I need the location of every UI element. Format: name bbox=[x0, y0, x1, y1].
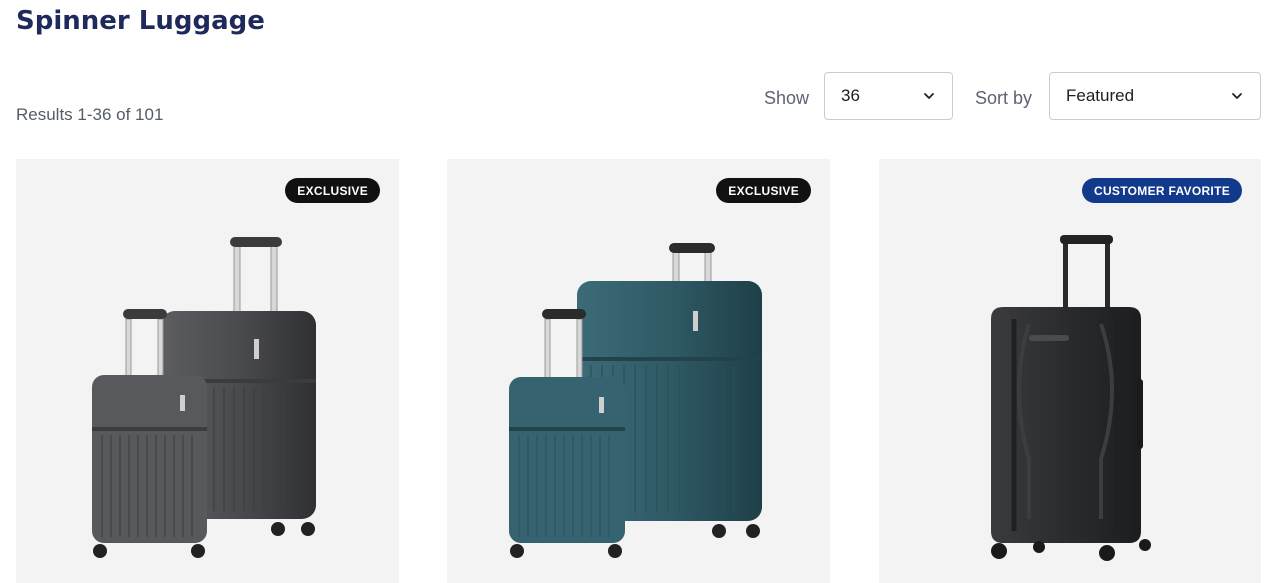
product-badge: EXCLUSIVE bbox=[716, 178, 811, 203]
page-title: Spinner Luggage bbox=[16, 6, 265, 36]
chevron-down-icon bbox=[924, 93, 934, 99]
product-card[interactable]: EXCLUSIVE bbox=[447, 159, 830, 583]
product-image[interactable] bbox=[447, 159, 830, 583]
product-card[interactable]: EXCLUSIVE bbox=[16, 159, 399, 583]
sort-by-select[interactable]: Featured bbox=[1049, 72, 1261, 120]
product-image[interactable] bbox=[16, 159, 399, 583]
product-badge: CUSTOMER FAVORITE bbox=[1082, 178, 1242, 203]
chevron-down-icon bbox=[1232, 93, 1242, 99]
sort-by-value: Featured bbox=[1066, 86, 1135, 105]
product-badge: EXCLUSIVE bbox=[285, 178, 380, 203]
product-card[interactable]: CUSTOMER FAVORITE bbox=[879, 159, 1261, 583]
show-per-page-select[interactable]: 36 bbox=[824, 72, 953, 120]
results-count: Results 1-36 of 101 bbox=[16, 105, 164, 124]
show-per-page-value: 36 bbox=[841, 86, 860, 105]
sort-label: Sort by bbox=[975, 88, 1033, 108]
show-label: Show bbox=[764, 88, 810, 108]
product-image[interactable] bbox=[879, 159, 1261, 583]
